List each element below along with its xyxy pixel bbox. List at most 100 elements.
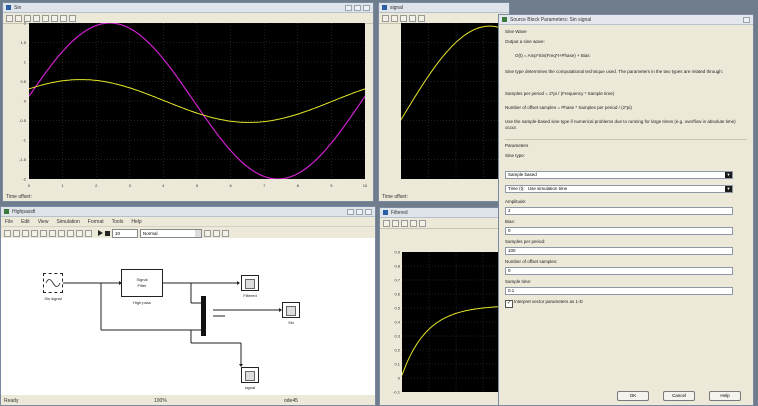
zoom-icon[interactable] [24,14,31,22]
library-browser-icon[interactable] [222,229,229,237]
signal-series-line [400,25,509,120]
save-icon[interactable] [22,229,29,237]
cancel-button[interactable]: Cancel [663,391,695,401]
close-button[interactable] [743,16,750,23]
ok-button[interactable]: OK [617,391,649,401]
print-icon[interactable] [6,14,13,22]
paste-icon[interactable] [58,229,65,237]
zoom-y-icon[interactable] [419,219,426,227]
sample-time-input[interactable]: 0.1 [505,287,733,295]
filtered-scope-block[interactable] [241,275,259,291]
new-icon[interactable] [4,229,11,237]
block-parameters-dialog[interactable]: Source Block Parameters: Sin signal Sine… [498,14,754,406]
filter-caption: High pass [133,300,151,305]
parameters-icon[interactable] [392,219,399,227]
minimize-button[interactable] [347,208,354,215]
save-axes-icon[interactable] [60,14,67,22]
model-title: Highpassfi [12,208,36,215]
mux-block[interactable] [201,296,206,336]
zoom-x-icon[interactable] [33,14,40,22]
parameters-icon[interactable] [15,14,22,22]
open-icon[interactable] [13,229,20,237]
scope-window-filtered[interactable]: Filtered 0.9 0.8 0.7 0.6 0.5 0.4 0.3 0.2 0.1 0 -0.… [379,207,509,406]
maximize-button[interactable] [354,4,361,11]
samples-input[interactable]: 100 [505,247,733,255]
time-select[interactable]: Time (t): Use simulation time ▼ [505,185,733,193]
zoom-y-icon[interactable] [42,14,49,22]
print-icon[interactable] [31,229,38,237]
scope-signal-titlebar[interactable]: signal [379,3,509,13]
zoom-x-icon[interactable] [410,219,417,227]
scope-icon [382,5,387,10]
print-icon[interactable] [382,14,389,22]
y-tick-label: 0 [398,376,401,381]
menu-view[interactable]: View [38,219,49,225]
sin-scope-block[interactable] [282,302,300,318]
model-wires [63,281,282,367]
model-statusbar: Ready 100% ode45 [1,396,375,405]
menu-tools[interactable]: Tools [112,219,124,225]
menu-edit[interactable]: Edit [21,219,30,225]
copy-icon[interactable] [49,229,56,237]
model-titlebar[interactable]: Highpassfi [1,207,375,217]
zoom-icon[interactable] [401,219,408,227]
simulation-mode-select[interactable]: Normal [140,228,202,238]
filtered-series-line [401,305,508,376]
play-icon[interactable] [98,230,103,236]
library-icon[interactable] [85,229,92,237]
bias-input[interactable]: 0 [505,227,733,235]
amplitude-input[interactable]: 2 [505,207,733,215]
signal-scope-block[interactable] [241,367,259,383]
dialog-desc-usage: Use the sample-based sine type if numeri… [505,119,736,130]
close-button[interactable] [365,208,372,215]
sine-wave-block[interactable] [43,273,63,293]
redo-icon[interactable] [76,229,83,237]
model-window[interactable]: Highpassfi File Edit View Simulation For… [0,206,376,406]
model-explorer-icon[interactable] [213,229,220,237]
zoom-icon[interactable] [400,14,407,22]
menu-help[interactable]: Help [131,219,141,225]
scope-filtered-plot [401,252,508,392]
close-button[interactable] [363,4,370,11]
x-tick-label: 6 [229,183,232,188]
model-canvas[interactable]: Sin signal Signal Filter High pass Filte… [1,238,375,395]
filter-name-line1: Signal [136,277,148,282]
parameters-icon[interactable] [391,14,398,22]
zoom-y-icon[interactable] [418,14,425,22]
restore-axes-icon[interactable] [69,14,76,22]
cut-icon[interactable] [40,229,47,237]
zoom-x-icon[interactable] [409,14,416,22]
scope-sin-status: Time offset: [6,193,32,200]
x-tick-label: 5 [196,183,199,188]
scope-window-sin[interactable]: Sin 0 1 2 3 4 5 6 7 8 9 10 2 1.5 1 0.5 0 -0.5 -1 -1.5 -2 Ti… [2,2,374,202]
offset-input[interactable]: 0 [505,267,733,275]
menu-simulation[interactable]: Simulation [56,219,79,225]
signal-filter-block[interactable]: Signal Filter [121,269,163,297]
dialog-titlebar[interactable]: Source Block Parameters: Sin signal [499,15,753,25]
sine-type-select[interactable]: Sample based ▼ [505,171,733,179]
interpret-checkbox[interactable]: ✓ [505,300,513,308]
debug-icon[interactable] [204,229,211,237]
stop-icon[interactable] [105,230,110,236]
scope-filtered-titlebar[interactable]: Filtered [380,208,508,218]
scope-icon [383,210,388,215]
x-tick-label: 8 [297,183,300,188]
help-button[interactable]: Help [709,391,741,401]
undo-icon[interactable] [67,229,74,237]
scope-sin-plot [28,22,366,180]
minimize-button[interactable] [345,4,352,11]
stop-time-input[interactable]: 10 [112,228,138,238]
autoscale-icon[interactable] [51,14,58,22]
y-tick-label: 0.4 [394,320,400,325]
x-tick-label: 1 [61,183,64,188]
scope-window-signal[interactable]: signal Time offset: [378,2,510,202]
chevron-down-icon[interactable]: ▼ [725,186,732,192]
print-icon[interactable] [383,219,390,227]
maximize-button[interactable] [356,208,363,215]
chevron-down-icon[interactable]: ▼ [725,172,732,178]
menu-format[interactable]: Format [88,219,104,225]
menu-file[interactable]: File [5,219,13,225]
sine-type-label: Sine type: [505,153,526,158]
scope-sin-titlebar[interactable]: Sin [3,3,373,13]
dialog-title: Source Block Parameters: Sin signal [510,16,592,23]
